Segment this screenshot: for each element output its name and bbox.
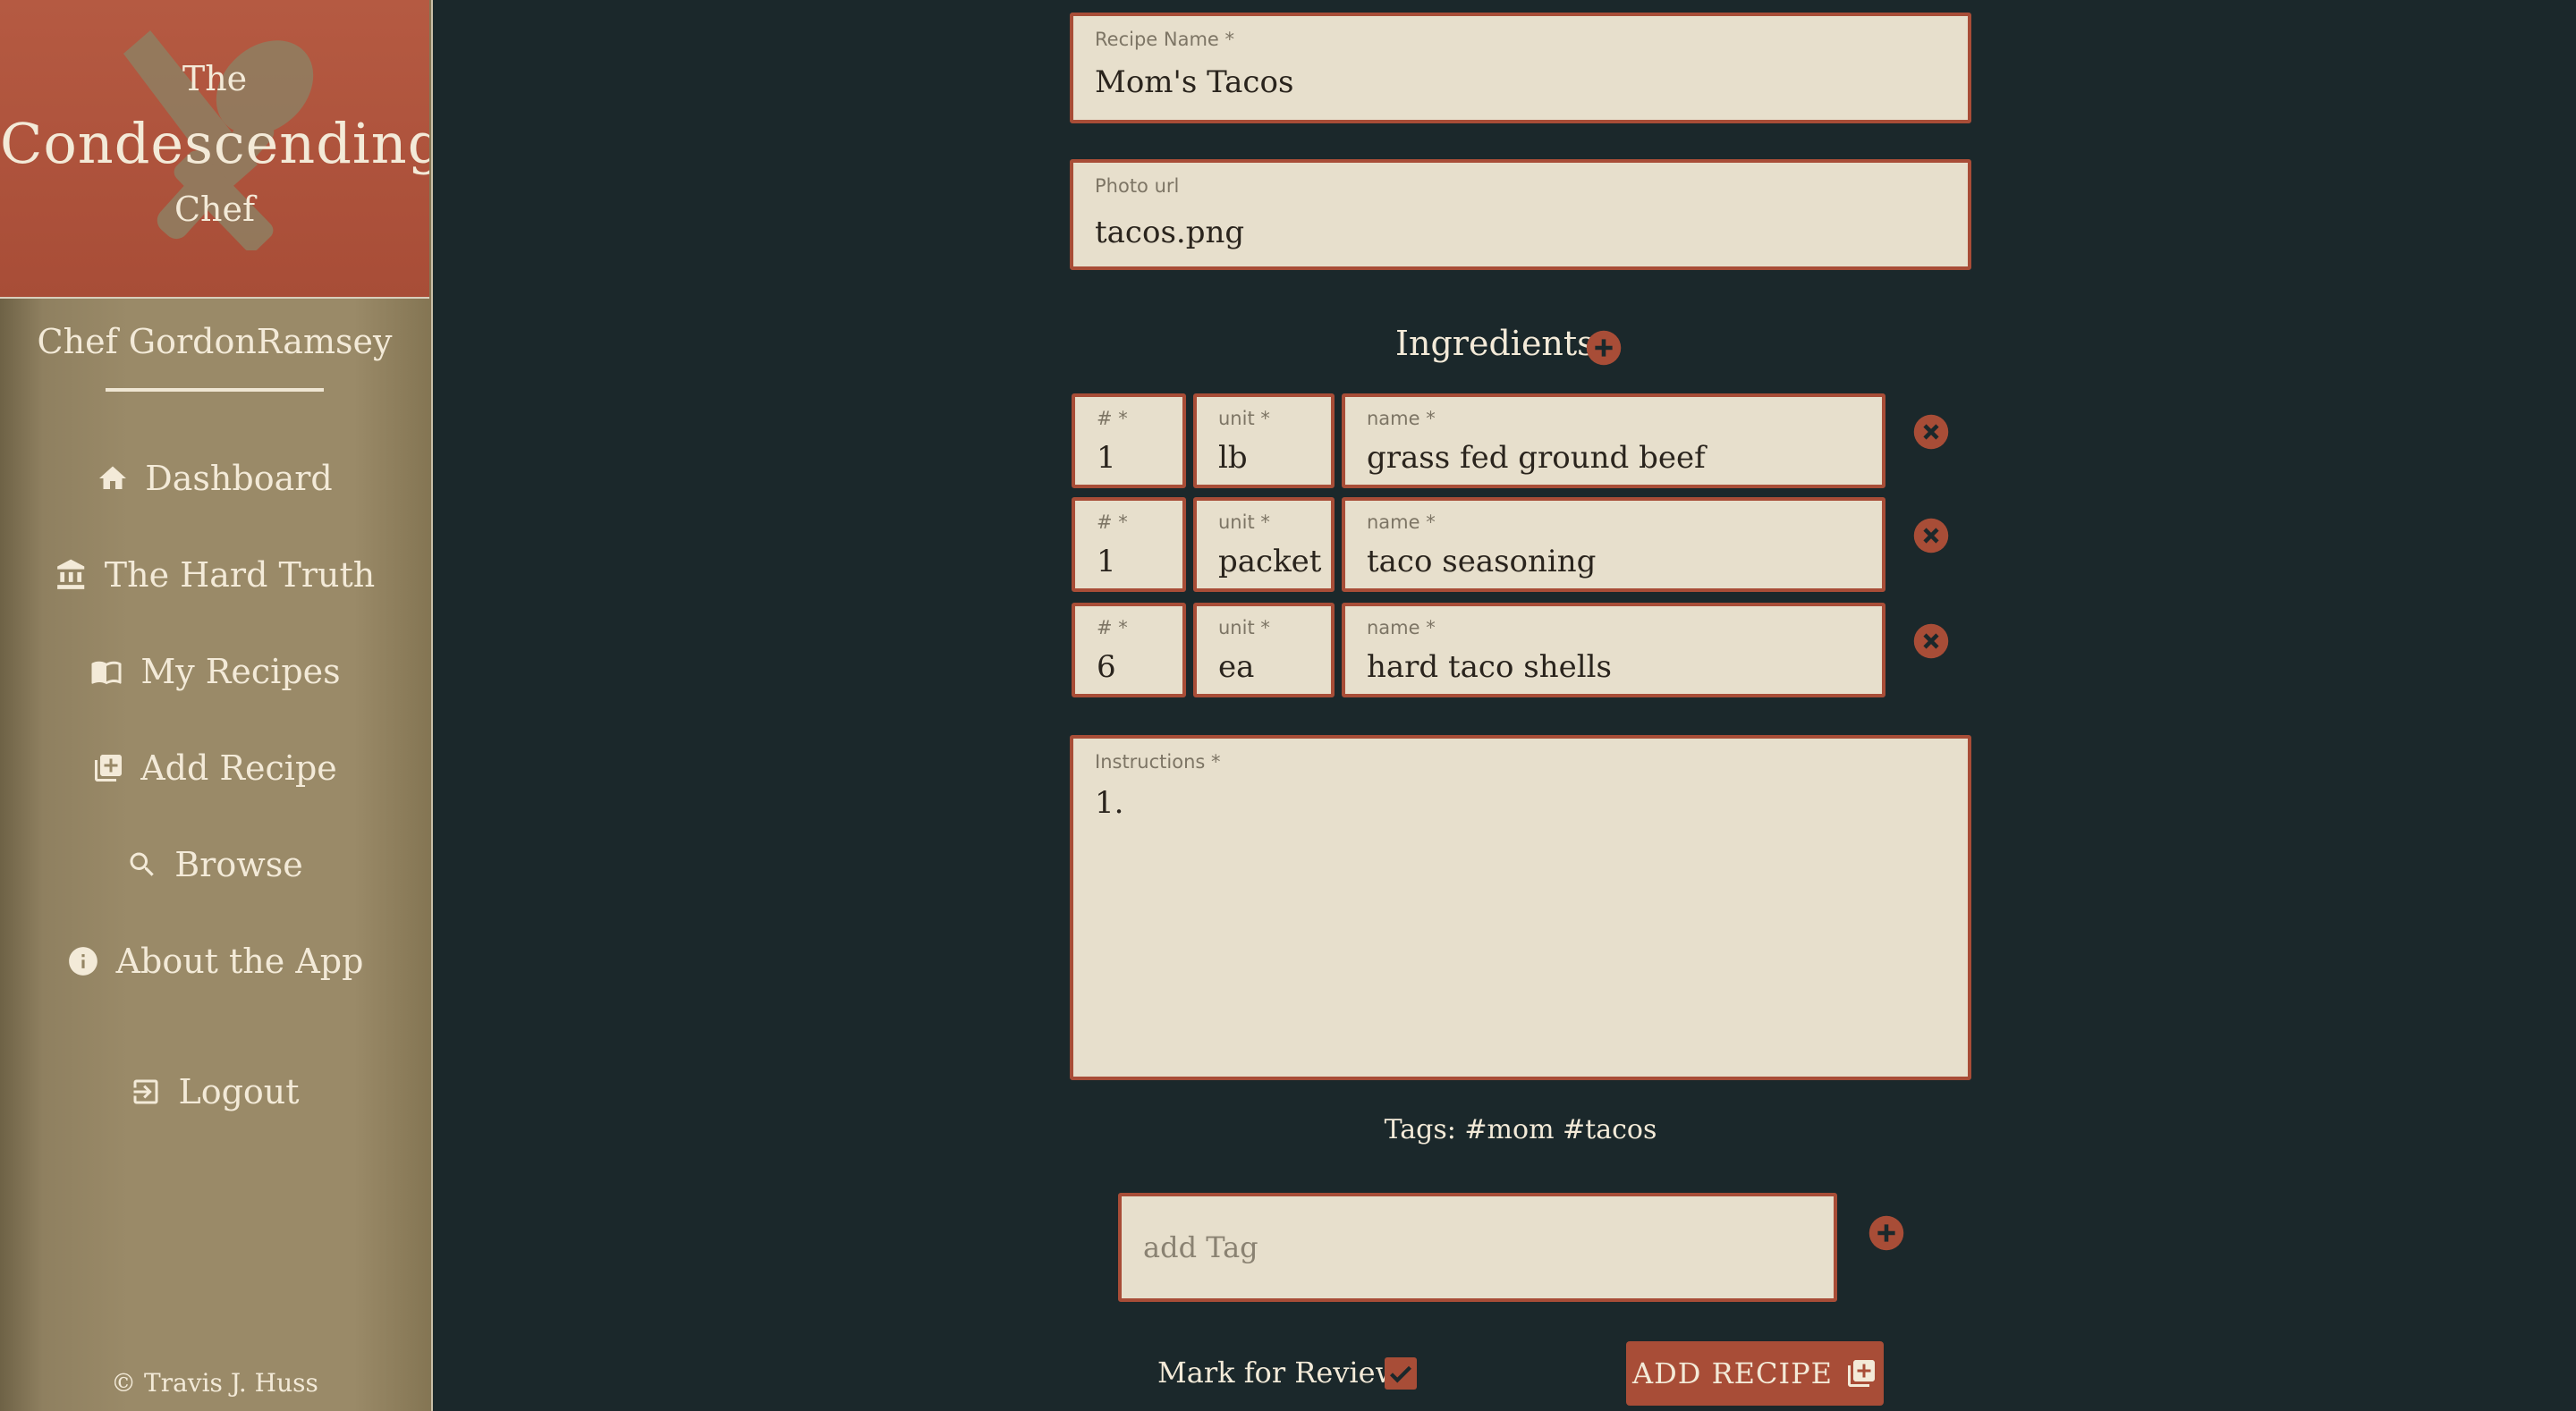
- add-recipe-button[interactable]: ADD RECIPE: [1626, 1341, 1884, 1406]
- ingredient-qty-field[interactable]: # * 1: [1072, 393, 1186, 488]
- info-icon: [68, 947, 97, 976]
- field-value: ea: [1218, 649, 1255, 685]
- field-label: name *: [1367, 408, 1436, 429]
- field-value: grass fed ground beef: [1367, 440, 1706, 476]
- ingredient-name-field[interactable]: name * grass fed ground beef: [1342, 393, 1885, 488]
- field-value: tacos.png: [1095, 215, 1245, 250]
- ingredient-name-field[interactable]: name * hard taco shells: [1342, 603, 1885, 697]
- ingredient-qty-field[interactable]: # * 1: [1072, 497, 1186, 592]
- add-tag-icon[interactable]: [1868, 1214, 1905, 1252]
- nav-item-dashboard[interactable]: Dashboard: [0, 447, 429, 510]
- bank-icon: [56, 559, 84, 589]
- search-icon: [130, 852, 154, 876]
- nav-item-hard-truth[interactable]: The Hard Truth: [0, 544, 429, 606]
- field-value: hard taco shells: [1367, 649, 1612, 685]
- field-label: # *: [1097, 617, 1128, 638]
- home-icon: [99, 466, 127, 489]
- field-label: Photo url: [1095, 175, 1180, 197]
- nav-label: My Recipes: [140, 652, 341, 691]
- recipe-name-field[interactable]: Recipe Name * Mom's Tacos: [1070, 13, 1971, 123]
- add-ingredient-icon[interactable]: [1585, 329, 1623, 367]
- logout-icon: [133, 1079, 158, 1104]
- field-label: unit *: [1218, 511, 1270, 533]
- checkmark-icon: [1390, 1365, 1411, 1383]
- field-label: # *: [1097, 408, 1128, 429]
- nav-label: Browse: [174, 845, 303, 884]
- nav-item-browse[interactable]: Browse: [0, 833, 429, 896]
- ingredient-unit-field[interactable]: unit * lb: [1193, 393, 1335, 488]
- ingredient-unit-field[interactable]: unit * ea: [1193, 603, 1335, 697]
- nav-label: Add Recipe: [140, 748, 337, 788]
- instructions-field[interactable]: Instructions * 1.: [1070, 735, 1971, 1080]
- field-label: name *: [1367, 511, 1436, 533]
- logo-line-1: The: [182, 59, 248, 98]
- nav-item-add-recipe[interactable]: Add Recipe: [0, 737, 429, 799]
- field-label: unit *: [1218, 617, 1270, 638]
- field-value: Mom's Tacos: [1095, 64, 1294, 100]
- ingredient-unit-field[interactable]: unit * packet: [1193, 497, 1335, 592]
- copyright: © Travis J. Huss: [111, 1368, 318, 1398]
- nav-label: Dashboard: [145, 459, 333, 498]
- field-label: name *: [1367, 617, 1436, 638]
- field-value: 1.: [1095, 785, 1124, 821]
- field-value: taco seasoning: [1367, 544, 1597, 579]
- book-icon: [91, 661, 122, 685]
- nav-item-about[interactable]: About the App: [0, 930, 429, 993]
- nav-item-logout[interactable]: Logout: [0, 1060, 429, 1123]
- mark-for-review-label: Mark for Review: [1157, 1356, 1400, 1390]
- divider: [106, 388, 324, 392]
- logo-line-3: Chef: [174, 190, 256, 229]
- field-value: 6: [1097, 649, 1116, 685]
- photo-url-field[interactable]: Photo url tacos.png: [1070, 159, 1971, 270]
- add-box-icon: [95, 755, 123, 782]
- user-name: Chef GordonRamsey: [37, 322, 393, 361]
- field-label: Instructions *: [1095, 751, 1221, 773]
- app-logo[interactable]: The Condescending Chef: [0, 0, 429, 299]
- field-value: lb: [1218, 440, 1248, 476]
- nav-label: The Hard Truth: [104, 555, 376, 595]
- field-label: # *: [1097, 511, 1128, 533]
- remove-ingredient-icon[interactable]: [1912, 413, 1950, 451]
- ingredient-qty-field[interactable]: # * 6: [1072, 603, 1186, 697]
- remove-ingredient-icon[interactable]: [1912, 517, 1950, 554]
- remove-ingredient-icon[interactable]: [1912, 622, 1950, 660]
- field-value: packet: [1218, 544, 1322, 579]
- nav-label: About the App: [115, 942, 364, 981]
- tags-list: Tags: #mom #tacos: [1384, 1114, 1657, 1145]
- add-tag-input[interactable]: [1118, 1193, 1837, 1302]
- logo-line-2: Condescending: [0, 111, 429, 176]
- ingredients-title: Ingredients: [1395, 324, 1595, 363]
- field-value: 1: [1097, 544, 1116, 579]
- mark-for-review-checkbox[interactable]: [1385, 1357, 1417, 1390]
- nav-label: Logout: [178, 1072, 300, 1111]
- field-label: Recipe Name *: [1095, 29, 1235, 50]
- ingredient-name-field[interactable]: name * taco seasoning: [1342, 497, 1885, 592]
- add-box-icon: [1848, 1360, 1876, 1387]
- nav-item-my-recipes[interactable]: My Recipes: [0, 640, 429, 703]
- sidebar: The Condescending Chef Chef GordonRamsey…: [0, 0, 433, 1411]
- field-label: unit *: [1218, 408, 1270, 429]
- add-recipe-label: ADD RECIPE: [1631, 1356, 1834, 1390]
- field-value: 1: [1097, 440, 1116, 476]
